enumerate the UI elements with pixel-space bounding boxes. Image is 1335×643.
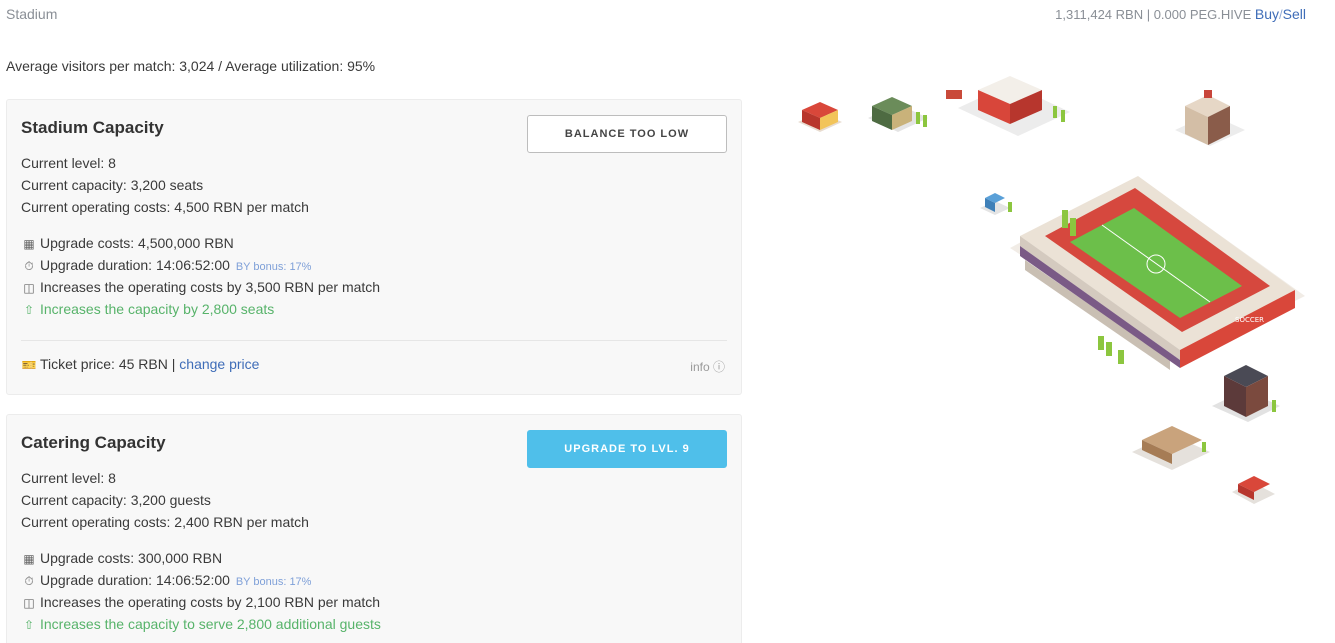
sell-link[interactable]: Sell <box>1283 6 1306 22</box>
divider <box>21 340 727 341</box>
stopwatch-icon: ⏱ <box>24 259 34 273</box>
tower-building <box>1212 365 1280 422</box>
calculator-icon: ▦ <box>23 552 35 566</box>
arrow-up-circle-icon: ⇧ <box>23 303 35 317</box>
small-shop-building <box>1232 476 1275 504</box>
arrow-up-circle-icon: ⇧ <box>23 618 35 632</box>
upgrade-duration-row: ⏱ Upgrade duration: 14:06:52:00 BY bonus:… <box>21 572 311 589</box>
catering-capacity-card: Catering Capacity UPGRADE TO LVL. 9 Curr… <box>6 414 742 643</box>
top-bar: Stadium 1,311,424 RBN | 0.000 PEG.HIVE B… <box>0 0 1335 30</box>
restaurant-building <box>946 76 1070 136</box>
coins-icon: ◫ <box>23 281 35 295</box>
coins-icon: ◫ <box>23 596 35 610</box>
operating-increase: Increases the operating costs by 3,500 R… <box>40 279 381 295</box>
upgrade-costs: Upgrade costs: 4,500,000 RBN <box>40 235 234 251</box>
stadium-sign: SOCCER <box>1235 316 1264 324</box>
current-capacity: Current capacity: 3,200 seats <box>21 177 204 193</box>
upgrade-costs-row: ▦ Upgrade costs: 4,500,000 RBN <box>21 235 234 251</box>
operating-increase-row: ◫ Increases the operating costs by 3,500 … <box>21 279 380 295</box>
current-level: Current level: 8 <box>21 155 116 171</box>
info-icon: ⓘ <box>712 360 725 374</box>
capacity-increase-row: ⇧ Increases the capacity by 2,800 seats <box>21 301 274 317</box>
current-operating-costs: Current operating costs: 2,400 RBN per m… <box>21 514 309 530</box>
upgrade-duration-row: ⏱ Upgrade duration: 14:06:52:00 BY bonus:… <box>21 257 311 274</box>
current-capacity: Current capacity: 3,200 guests <box>21 492 211 508</box>
kiosk-building <box>980 193 1012 215</box>
stadium-illustration: SOCCER <box>798 76 1305 504</box>
upgrade-costs-row: ▦ Upgrade costs: 300,000 RBN <box>21 550 222 566</box>
bonus-label: BY bonus: 17% <box>235 576 312 588</box>
info-label: info <box>690 360 710 374</box>
stopwatch-icon: ⏱ <box>24 574 34 588</box>
calculator-icon: ▦ <box>23 237 35 251</box>
balance-display: 1,311,424 RBN | 0.000 PEG.HIVE Buy/Sell <box>1055 6 1306 22</box>
current-operating-costs: Current operating costs: 4,500 RBN per m… <box>21 199 309 215</box>
stadium-capacity-card: Stadium Capacity BALANCE TOO LOW Current… <box>6 99 742 395</box>
food-stand-building <box>798 102 842 132</box>
card-title: Stadium Capacity <box>21 118 164 137</box>
cafe-building <box>1132 426 1210 470</box>
card-title: Catering Capacity <box>21 433 166 452</box>
page-title: Stadium <box>6 6 58 22</box>
ticket-price-row: 🎫 Ticket price: 45 RBN | change price <box>21 356 260 372</box>
capacity-increase: Increases the capacity to serve 2,800 ad… <box>40 616 381 632</box>
bonus-label: BY bonus: 17% <box>235 261 312 273</box>
capacity-increase-row: ⇧ Increases the capacity to serve 2,800 a… <box>21 616 381 632</box>
info-button[interactable]: info ⓘ <box>690 358 725 375</box>
balance-too-low-button[interactable]: BALANCE TOO LOW <box>527 115 727 153</box>
ticket-price: Ticket price: 45 RBN | <box>40 356 176 372</box>
balance-text: 1,311,424 RBN | 0.000 PEG.HIVE <box>1055 7 1252 22</box>
office-building <box>1175 90 1245 146</box>
operating-increase-row: ◫ Increases the operating costs by 2,100 … <box>21 594 380 610</box>
buy-link[interactable]: Buy <box>1255 6 1279 22</box>
upgrade-duration: Upgrade duration: 14:06:52:00 <box>40 572 230 588</box>
current-level: Current level: 8 <box>21 470 116 486</box>
upgrade-costs: Upgrade costs: 300,000 RBN <box>40 550 223 566</box>
change-price-link[interactable]: change price <box>179 356 259 372</box>
upgrade-button[interactable]: UPGRADE TO LVL. 9 <box>527 430 727 468</box>
shop-building <box>868 97 928 132</box>
capacity-increase: Increases the capacity by 2,800 seats <box>40 301 275 317</box>
ticket-icon: 🎫 <box>21 358 37 372</box>
operating-increase: Increases the operating costs by 2,100 R… <box>40 594 381 610</box>
stadium-summary: Average visitors per match: 3,024 / Aver… <box>6 58 376 74</box>
stadium-building: SOCCER <box>1010 176 1305 370</box>
upgrade-duration: Upgrade duration: 14:06:52:00 <box>40 257 230 273</box>
